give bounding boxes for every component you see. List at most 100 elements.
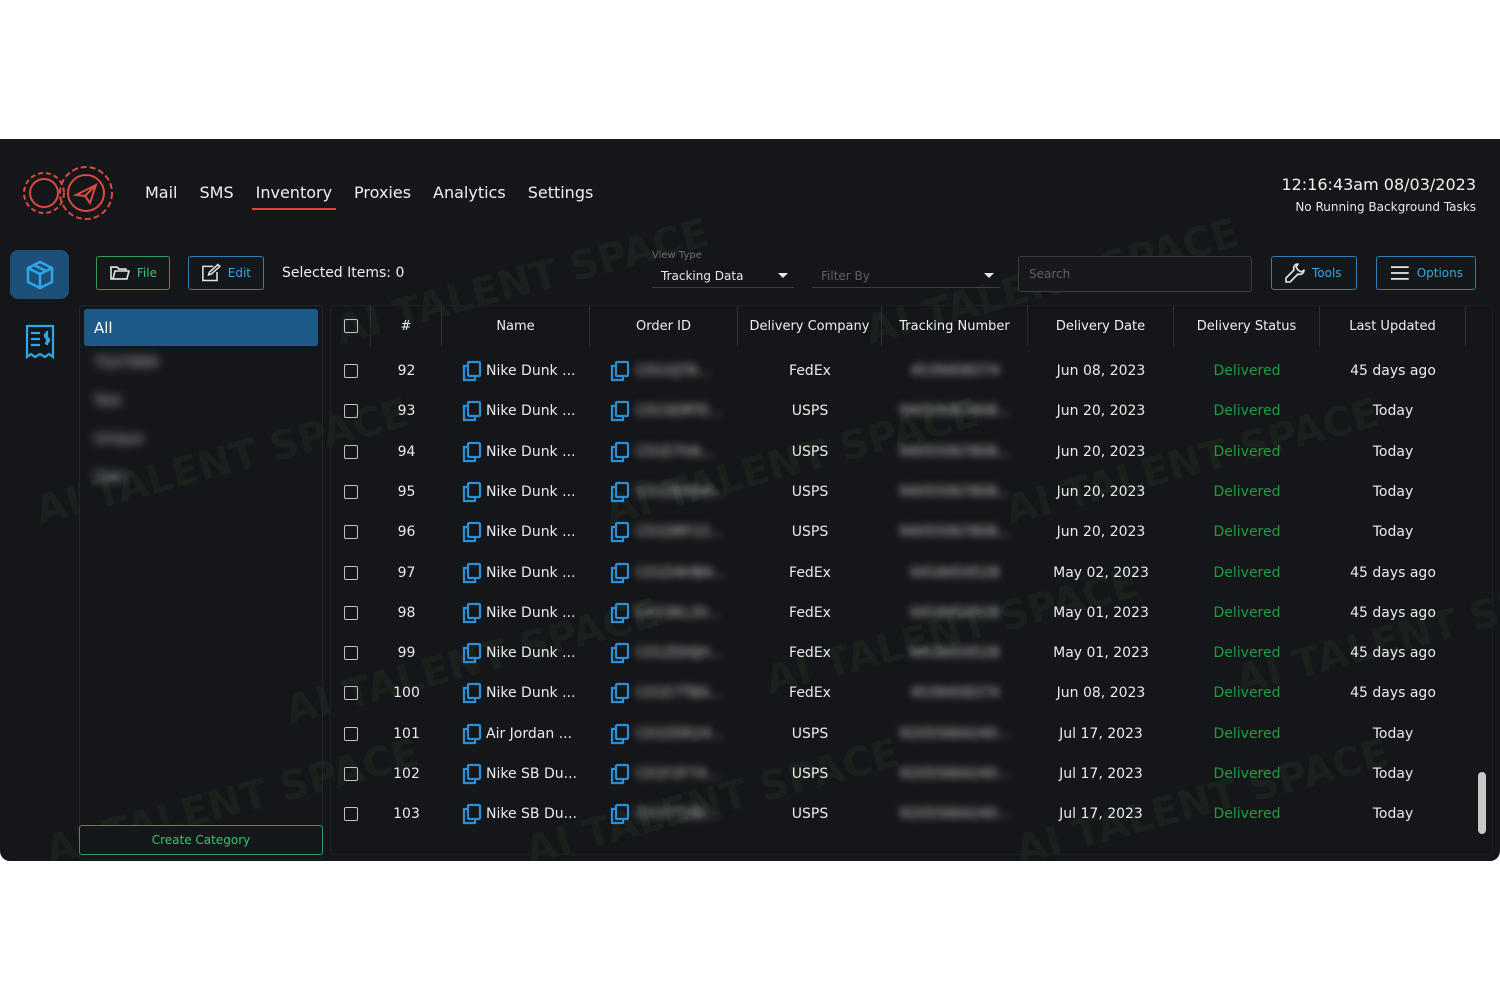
rail-inventory-button[interactable] (10, 250, 69, 299)
nav-inventory[interactable]: Inventory (251, 183, 337, 210)
copy-order-id-icon[interactable] (607, 391, 633, 431)
copy-name-icon[interactable] (459, 714, 485, 754)
table-row[interactable]: 94 Nike Dunk ... C01E7HA... USPS 94055067808… (331, 432, 1481, 472)
copy-name-icon[interactable] (459, 391, 485, 431)
row-checkbox[interactable] (344, 525, 358, 540)
copy-order-id-icon[interactable] (607, 673, 633, 713)
copy-name-icon[interactable] (459, 351, 485, 391)
copy-name-icon[interactable] (459, 593, 485, 633)
copy-order-id-icon[interactable] (607, 794, 633, 834)
cell-tracking: 92055664240... (899, 766, 1011, 782)
nav-settings[interactable]: Settings (528, 183, 594, 208)
selected-items-count: Selected Items: 0 (282, 265, 405, 281)
row-checkbox[interactable] (344, 605, 358, 620)
table-row[interactable]: 96 Nike Dunk ... C01DRF22... USPS 9405506780… (331, 512, 1481, 552)
copy-order-id-icon[interactable] (607, 754, 633, 794)
category-item[interactable]: User (94, 469, 204, 489)
cell-order-id: C01F7285... (636, 806, 721, 823)
copy-name-icon[interactable] (459, 512, 485, 552)
category-item[interactable]: Test (94, 393, 204, 413)
row-checkbox[interactable] (344, 404, 358, 419)
table-row[interactable]: 92 Nike Dunk ... C01I2JTA... FedEx 453945837… (331, 351, 1481, 391)
copy-name-icon[interactable] (459, 553, 485, 593)
row-checkbox[interactable] (344, 686, 358, 701)
cell-company: USPS (791, 403, 829, 420)
row-checkbox-cell (331, 714, 371, 754)
copy-order-id-icon[interactable] (607, 512, 633, 552)
cell-tracking: 4539458374 (910, 363, 1000, 379)
nav-mail[interactable]: Mail (145, 183, 178, 208)
column-header-delivery-status[interactable]: Delivery Status (1174, 306, 1320, 346)
copy-order-id-icon[interactable] (607, 472, 633, 512)
search-input[interactable] (1018, 256, 1252, 292)
cell-company: FedEx (789, 363, 831, 379)
category-item[interactable]: Unique (94, 431, 204, 451)
copy-order-id-icon[interactable] (607, 593, 633, 633)
table-scrollbar[interactable] (1478, 772, 1486, 834)
column-header-last-updated[interactable]: Last Updated (1320, 306, 1466, 346)
cell-updated: Today (1372, 483, 1414, 500)
app-logo[interactable] (22, 161, 118, 225)
create-category-button[interactable]: Create Category (79, 825, 323, 855)
row-checkbox[interactable] (344, 726, 358, 741)
copy-order-id-icon[interactable] (607, 714, 633, 754)
cell-status: Delivered (1213, 685, 1281, 702)
copy-name-icon[interactable] (459, 633, 485, 673)
table-row[interactable]: 102 Nike SB Du... C01F2F74... USPS 920556642… (331, 754, 1481, 794)
file-button[interactable]: File (96, 256, 170, 290)
options-button[interactable]: Options (1376, 256, 1476, 290)
column-header-delivery-company[interactable]: Delivery Company (738, 306, 882, 346)
rail-receipts-button[interactable] (10, 317, 69, 366)
copy-order-id-icon[interactable] (607, 432, 633, 472)
copy-name-icon[interactable] (459, 794, 485, 834)
cell-num: 95 (397, 483, 416, 500)
column-header-delivery-date[interactable]: Delivery Date (1028, 306, 1174, 346)
row-checkbox[interactable] (344, 364, 358, 378)
category-item[interactable]: TQ37899 (94, 355, 204, 375)
edit-button[interactable]: Edit (188, 256, 264, 290)
tools-button[interactable]: Tools (1271, 256, 1357, 290)
table-row[interactable]: 93 Nike Dunk ... C01SDRTE... USPS 9405506780… (331, 391, 1481, 431)
table-row[interactable]: 101 Air Jordan ... C01D5R24... USPS 92055664… (331, 714, 1481, 754)
copy-order-id-icon[interactable] (607, 553, 633, 593)
copy-name-icon[interactable] (459, 472, 485, 512)
table-row[interactable]: 97 Nike Dunk ... C01D4HBA... FedEx 641845452… (331, 553, 1481, 593)
copy-order-id-icon[interactable] (607, 633, 633, 673)
nav-sms[interactable]: SMS (200, 183, 234, 208)
filter-by-placeholder: Filter By (821, 268, 870, 283)
column-header-number[interactable]: # (371, 306, 442, 346)
cell-date: Jul 17, 2023 (1059, 806, 1143, 823)
view-type-select[interactable]: Tracking Data (652, 264, 794, 288)
copy-order-id-icon[interactable] (607, 351, 633, 391)
table-row[interactable]: 103 Nike SB Du... C01F7285... USPS 920556642… (331, 794, 1481, 834)
table-row[interactable]: 99 Nike Dunk ... C01ZDHJH... FedEx 641845452… (331, 633, 1481, 673)
column-header-name[interactable]: Name (442, 306, 590, 346)
row-checkbox[interactable] (344, 646, 358, 661)
cell-name: Nike SB Du... (486, 806, 577, 823)
category-item-all[interactable]: All (84, 309, 318, 346)
row-checkbox[interactable] (344, 444, 358, 459)
row-checkbox[interactable] (344, 484, 358, 499)
nav-proxies[interactable]: Proxies (354, 183, 411, 208)
nav-analytics[interactable]: Analytics (433, 183, 506, 208)
row-checkbox[interactable] (344, 767, 358, 781)
column-header-tracking-number[interactable]: Tracking Number (882, 306, 1028, 346)
table-row[interactable]: 100 Nike Dunk ... C01E7TBA... FedEx 45394583… (331, 673, 1481, 713)
column-header-order-id[interactable]: Order ID (590, 306, 738, 346)
table-row[interactable]: 95 Nike Dunk ... C01DERHA... USPS 9405506780… (331, 472, 1481, 512)
copy-name-icon[interactable] (459, 754, 485, 794)
view-type-value: Tracking Data (661, 268, 744, 283)
table-row[interactable]: 98 Nike Dunk ... C01SKL20... FedEx 641845452… (331, 593, 1481, 633)
cell-company: USPS (791, 483, 829, 500)
filter-by-select[interactable]: Filter By (812, 264, 1000, 288)
cell-order-id: C01DRF22... (636, 524, 724, 541)
cell-status: Delivered (1213, 524, 1281, 541)
copy-name-icon[interactable] (459, 432, 485, 472)
cell-date: Jun 20, 2023 (1056, 524, 1146, 541)
row-checkbox[interactable] (344, 565, 358, 580)
cell-date: May 01, 2023 (1053, 604, 1149, 621)
select-all-checkbox[interactable] (343, 319, 358, 333)
copy-name-icon[interactable] (459, 673, 485, 713)
cell-company: USPS (791, 725, 829, 742)
row-checkbox[interactable] (344, 807, 358, 822)
